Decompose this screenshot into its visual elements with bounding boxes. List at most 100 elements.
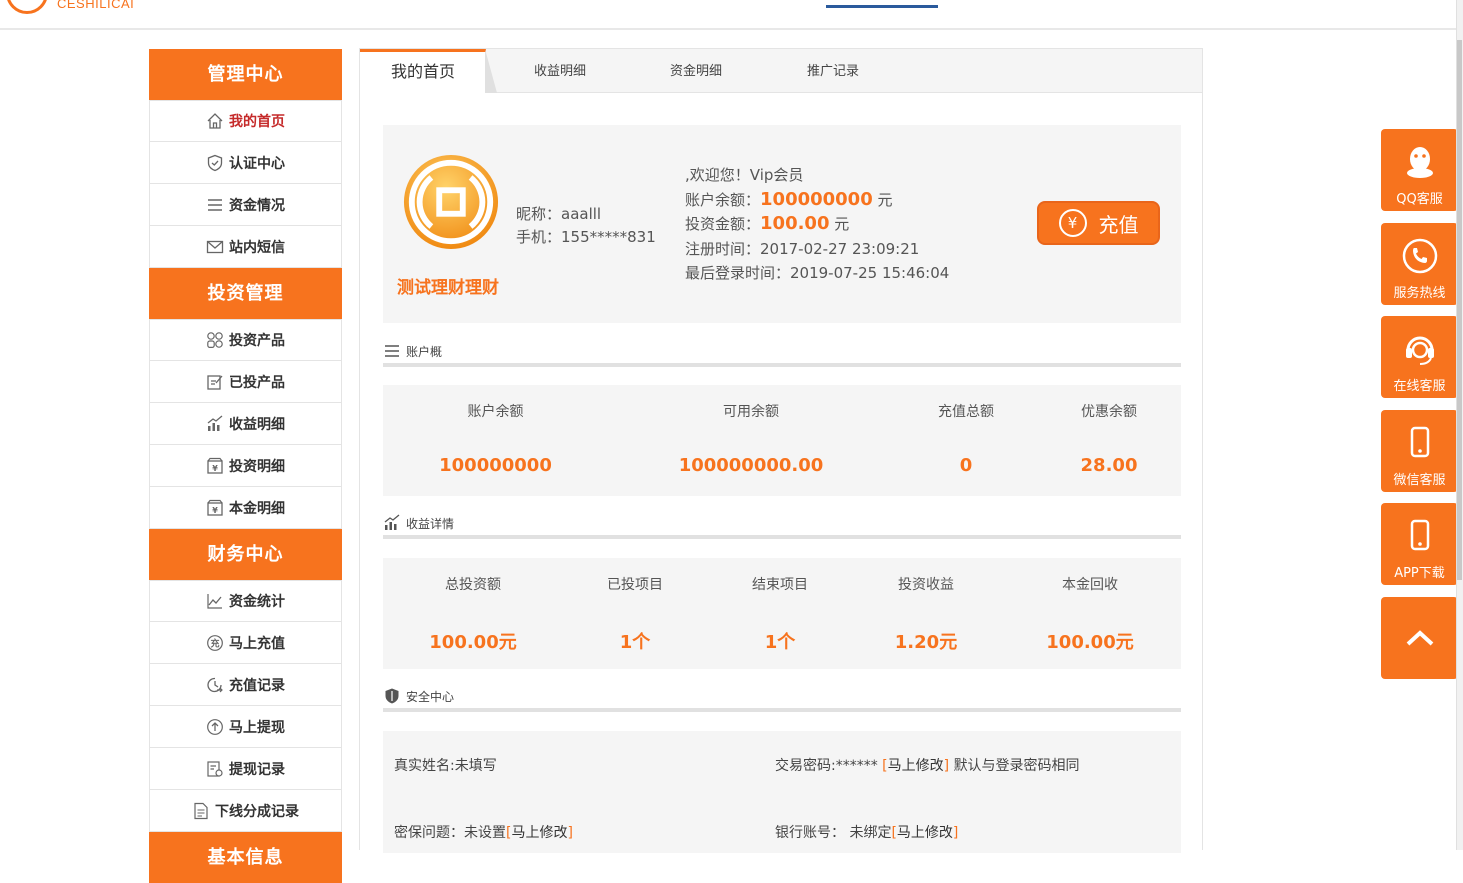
hotline-button[interactable]: 服务热线 xyxy=(1381,223,1458,305)
sidebar-item-label: 投资明细 xyxy=(229,458,285,475)
svg-text:¥: ¥ xyxy=(212,464,218,473)
stat-label: 优惠余额 xyxy=(1081,404,1137,420)
recharge-button[interactable]: ¥ 充值 xyxy=(1037,201,1160,245)
sidebar-item-commission[interactable]: 下线分成记录 xyxy=(149,790,342,832)
balance-label: 账户余额： xyxy=(685,190,761,209)
tab-home[interactable]: 我的首页 xyxy=(360,49,486,94)
sidebar-item-label: 认证中心 xyxy=(229,155,285,172)
sidebar-item-income[interactable]: 收益明细 xyxy=(149,403,342,445)
stat-account-balance: 账户余额 100000000 xyxy=(423,401,568,476)
bank-account-row: 银行账号： 未绑定[马上修改] xyxy=(775,822,958,842)
list-icon xyxy=(385,345,399,357)
headset-icon xyxy=(1406,336,1434,365)
stat-value: 100000000.00 xyxy=(678,455,824,476)
invest-line: 投资金额：100.00 元 xyxy=(685,212,949,237)
sidebar-item-auth[interactable]: 认证中心 xyxy=(149,142,342,184)
avatar xyxy=(403,154,499,250)
stat-coupon-balance: 优惠余额 28.00 xyxy=(1059,401,1159,476)
user-basic-info: 昵称：aaalll 手机：155*****831 xyxy=(516,203,656,249)
sidebar-item-label: 下线分成记录 xyxy=(215,803,299,820)
balance-value: 100000000 xyxy=(760,188,873,210)
sidebar-item-recharge-log[interactable]: 充值记录 xyxy=(149,664,342,706)
income-detail-title: 收益详情 xyxy=(383,511,1181,539)
home-icon xyxy=(206,112,224,130)
stat-available-balance: 可用余额 100000000.00 xyxy=(651,401,851,476)
profile-card: 测试理财理财 昵称：aaalll 手机：155*****831 ,欢迎您！Vip… xyxy=(383,125,1181,323)
logo-icon[interactable] xyxy=(6,0,48,14)
qq-service-button[interactable]: QQ客服 xyxy=(1381,129,1458,211)
invest-label: 投资金额： xyxy=(685,215,761,233)
sidebar-item-products[interactable]: 投资产品 xyxy=(149,319,342,361)
online-service-button[interactable]: 在线客服 xyxy=(1381,316,1458,398)
sidebar-group-invest: 投资管理 xyxy=(149,268,342,319)
section-title-text: 账户概 xyxy=(406,344,443,359)
trade-password-row: 交易密码:****** [马上修改] 默认与登录密码相同 xyxy=(775,755,1080,775)
last-login-time: 最后登录时间：2019-07-25 15:46:04 xyxy=(685,264,950,282)
sidebar-item-withdraw-log[interactable]: 提现记录 xyxy=(149,748,342,790)
document-gear-icon xyxy=(206,760,224,778)
sidebar-item-label: 投资产品 xyxy=(229,333,285,349)
logo-text[interactable]: CESHILICAI xyxy=(57,0,134,11)
sidebar-item-funds[interactable]: 资金情况 xyxy=(149,184,342,226)
register-time: 注册时间：2017-02-27 23:09:21 xyxy=(685,239,920,258)
sidebar-item-withdraw[interactable]: 马上提现 xyxy=(149,706,342,748)
modify-bank-link[interactable]: 马上修改 xyxy=(897,825,953,841)
security-question-row: 密保问题：未设置[马上修改] xyxy=(394,822,573,842)
bar-chart-icon xyxy=(206,415,224,433)
sidebar-item-principal[interactable]: ¥ 本金明细 xyxy=(149,487,342,529)
float-label: 微信客服 xyxy=(1393,473,1446,488)
invest-unit: 元 xyxy=(834,215,850,233)
security-question: 密保问题：未设置 xyxy=(394,825,506,841)
chevron-up-icon xyxy=(1406,630,1434,646)
sidebar-item-stats[interactable]: 资金统计 xyxy=(149,580,342,622)
mail-icon xyxy=(206,238,224,256)
wechat-service-button[interactable]: 微信客服 xyxy=(1381,410,1458,492)
tab-bar: 我的首页 收益明细 资金明细 推广记录 xyxy=(360,49,1202,94)
app-download-button[interactable]: APP下载 xyxy=(1381,503,1458,585)
stat-total-recharge: 充值总额 0 xyxy=(916,401,1016,476)
sidebar-item-label: 收益明细 xyxy=(229,416,285,433)
recharge-icon: 充 xyxy=(206,634,224,652)
stat-label: 结束项目 xyxy=(752,577,808,593)
svg-text:充: 充 xyxy=(210,637,219,649)
sidebar-item-label: 本金明细 xyxy=(229,500,285,517)
sidebar-item-label: 已投产品 xyxy=(229,374,285,391)
sidebar-item-recharge[interactable]: 充 马上充值 xyxy=(149,622,342,664)
back-to-top-button[interactable] xyxy=(1381,597,1458,679)
stat-value: 1.20元 xyxy=(894,632,958,653)
stat-value: 0 xyxy=(959,455,973,476)
bracket: ] xyxy=(567,825,573,841)
sidebar-item-home[interactable]: 我的首页 xyxy=(149,100,342,142)
site-name: 测试理财理财 xyxy=(397,278,499,298)
sidebar-item-label: 提现记录 xyxy=(229,761,285,778)
bank-account: 银行账号： 未绑定 xyxy=(775,825,892,841)
sidebar-item-messages[interactable]: 站内短信 xyxy=(149,226,342,268)
stat-value: 100000000 xyxy=(439,455,552,476)
income-stats: 总投资额 100.00元 已投项目 1个 结束项目 1个 投资收益 1.20元 … xyxy=(383,558,1181,669)
stat-label: 可用余额 xyxy=(723,404,779,420)
bracket: ] xyxy=(952,825,959,841)
bar-chart-icon xyxy=(384,514,400,530)
real-name: 真实姓名:未填写 xyxy=(394,758,497,774)
scrollbar-thumb[interactable] xyxy=(1457,40,1462,580)
tab-income[interactable]: 收益明细 xyxy=(510,49,610,93)
yen-icon: ¥ xyxy=(1058,209,1087,237)
tab-funds[interactable]: 资金明细 xyxy=(646,49,746,93)
sidebar-item-invest-detail[interactable]: ¥ 投资明细 xyxy=(149,445,342,487)
stat-value: 100.00元 xyxy=(429,632,517,653)
line-chart-icon xyxy=(206,592,224,610)
float-label: 服务热线 xyxy=(1393,286,1446,301)
sidebar: 管理中心 我的首页 认证中心 资金情况 站内短信 投资管理 投资产品 已投产品 … xyxy=(149,49,342,883)
document-icon xyxy=(192,802,210,820)
stat-value: 1个 xyxy=(764,632,796,653)
modify-trade-password-link[interactable]: 马上修改 xyxy=(888,758,944,774)
tab-promotion[interactable]: 推广记录 xyxy=(783,49,883,93)
grid-icon xyxy=(206,331,224,349)
modify-question-link[interactable]: 马上修改 xyxy=(511,825,567,841)
stat-label: 账户余额 xyxy=(467,404,524,420)
trade-password-note: 默认与登录密码相同 xyxy=(953,758,1080,774)
sidebar-item-invested[interactable]: 已投产品 xyxy=(149,361,342,403)
float-label: APP下载 xyxy=(1394,566,1445,581)
svg-text:¥: ¥ xyxy=(212,506,218,515)
phone-icon xyxy=(1402,238,1438,274)
